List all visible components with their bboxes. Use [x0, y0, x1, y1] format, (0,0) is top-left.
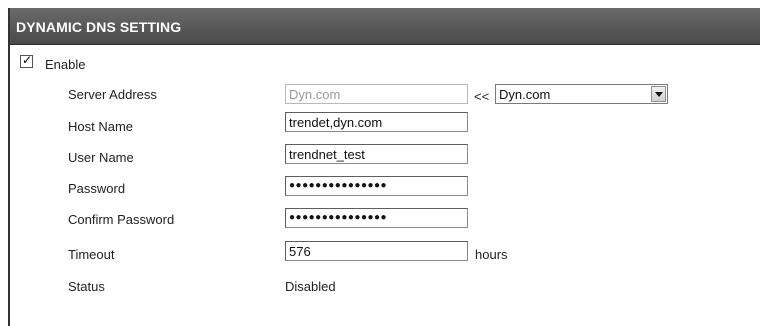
enable-checkbox[interactable]: ✓ [20, 53, 33, 68]
copy-arrows: << [474, 89, 490, 104]
chevron-down-icon [655, 92, 663, 97]
timeout-unit: hours [475, 247, 508, 262]
user-name-label: User Name [68, 150, 134, 165]
server-provider-select[interactable]: Dyn.com [495, 84, 668, 104]
server-address-label: Server Address [68, 87, 157, 102]
checkmark-icon: ✓ [22, 53, 33, 67]
dynamic-dns-panel: DYNAMIC DNS SETTING ✓ Enable Server Addr… [8, 8, 760, 326]
server-address-input[interactable]: Dyn.com [285, 84, 468, 104]
dropdown-button[interactable] [651, 86, 666, 102]
timeout-input[interactable]: 576 [285, 241, 468, 261]
timeout-label: Timeout [68, 247, 115, 262]
status-label: Status [68, 279, 105, 294]
host-name-label: Host Name [68, 119, 134, 134]
confirm-password-label: Confirm Password [68, 212, 175, 227]
confirm-password-input[interactable]: ●●●●●●●●●●●●●●● [285, 208, 468, 228]
enable-label: Enable [45, 57, 86, 72]
server-provider-selected: Dyn.com [499, 87, 551, 102]
password-input[interactable]: ●●●●●●●●●●●●●●● [285, 176, 468, 196]
password-label: Password [68, 181, 126, 196]
panel-header: DYNAMIC DNS SETTING [10, 8, 760, 45]
page-title: DYNAMIC DNS SETTING [16, 19, 182, 35]
status-value: Disabled [285, 279, 336, 294]
user-name-input[interactable]: trendnet_test [285, 144, 468, 164]
host-name-input[interactable]: trendet,dyn.com [285, 112, 468, 132]
